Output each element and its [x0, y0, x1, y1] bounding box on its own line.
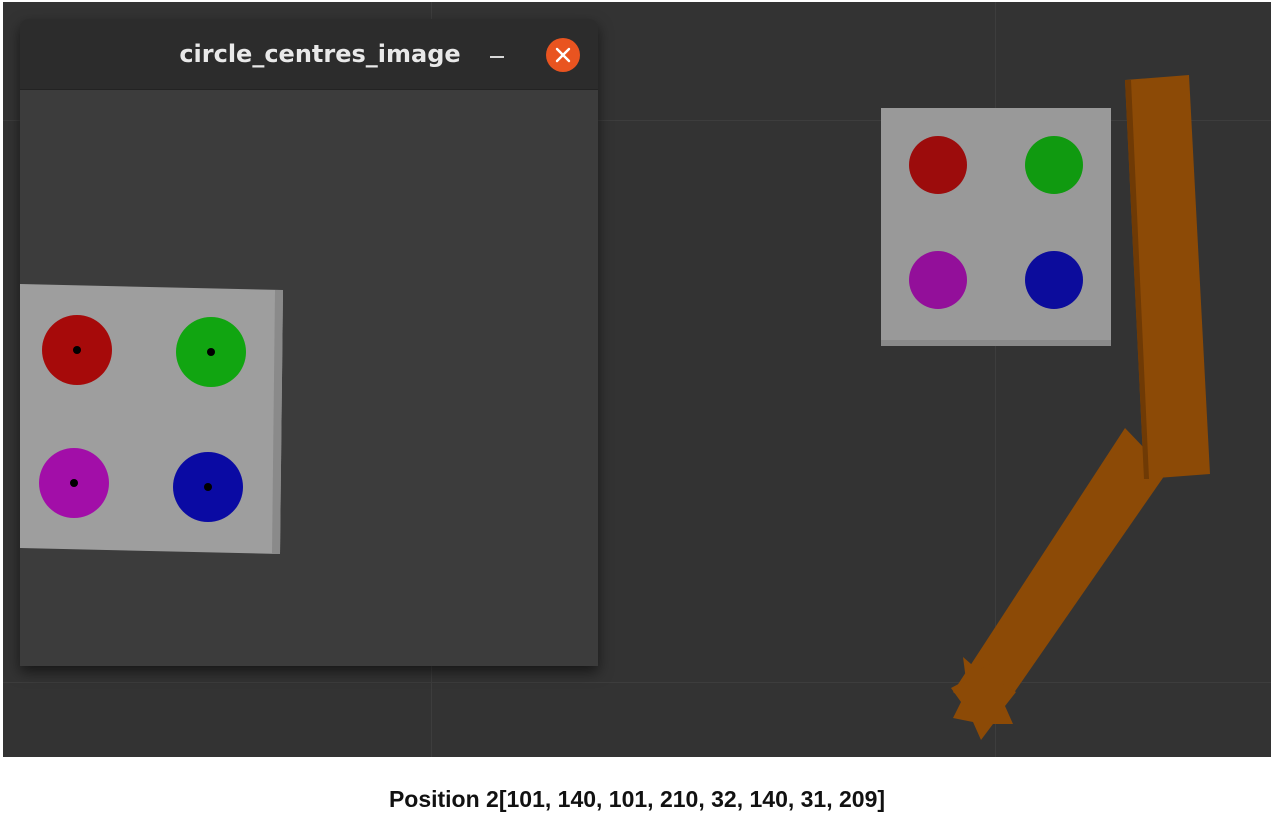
green-centre-dot	[207, 348, 215, 356]
minimize-icon	[490, 56, 504, 58]
sim-blue-marker	[1025, 251, 1083, 309]
red-centre-dot	[73, 346, 81, 354]
sim-red-marker	[909, 136, 967, 194]
close-icon	[555, 47, 571, 63]
circle-centres-window: circle_centres_image	[20, 19, 598, 666]
minimize-button[interactable]	[486, 41, 510, 67]
sim-green-marker	[1025, 136, 1083, 194]
sim-plate-edge	[881, 340, 1111, 346]
window-titlebar[interactable]: circle_centres_image	[20, 19, 598, 90]
figure-caption: Position 2[101, 140, 101, 210, 32, 140, …	[388, 786, 886, 812]
window-title: circle_centres_image	[179, 40, 461, 68]
detected-image-svg	[20, 284, 283, 554]
sim-purple-marker	[909, 251, 967, 309]
close-button[interactable]	[546, 38, 580, 72]
simulation-viewport: circle_centres_image	[3, 2, 1271, 757]
sim-target-plate	[881, 108, 1111, 346]
image-canvas	[20, 90, 598, 666]
blue-centre-dot	[204, 483, 212, 491]
purple-centre-dot	[70, 479, 78, 487]
